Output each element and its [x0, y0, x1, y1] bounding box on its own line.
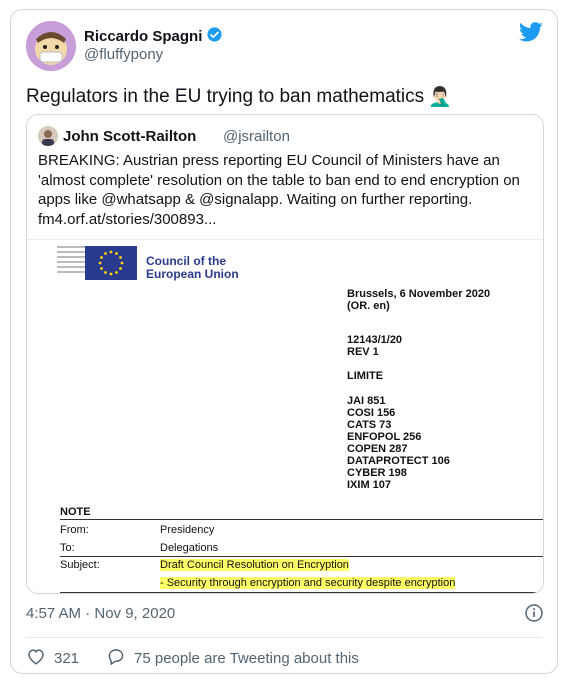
doc-subject-line2: - Security through encryption and securi…: [160, 577, 456, 589]
doc-code: DATAPROTECT 106: [347, 455, 450, 467]
like-count: 321: [54, 649, 80, 667]
author-avatar[interactable]: [26, 21, 76, 71]
quoted-author-name[interactable]: John Scott-Railton: [63, 128, 196, 145]
document-stripes-icon: [57, 246, 85, 273]
quoted-tweet-text: BREAKING: Austrian press reporting EU Co…: [38, 152, 520, 228]
quoted-author-handle[interactable]: @jsrailton: [223, 128, 290, 145]
doc-ref: 12143/1/20: [347, 334, 403, 346]
tweet-text: Regulators in the EU trying to ban mathe…: [26, 85, 452, 109]
info-icon[interactable]: [525, 604, 543, 627]
tweeting-about-text: 75 people are Tweeting about this: [134, 649, 359, 667]
doc-code: JAI 851: [347, 395, 386, 407]
doc-to-value: Delegations: [160, 542, 219, 554]
doc-to-label: To:: [60, 542, 75, 554]
doc-limite: LIMITE: [347, 370, 384, 382]
doc-code: COSI 156: [347, 407, 396, 419]
eu-flag-icon: [85, 246, 137, 280]
facepalm-emoji: 🤦🏻‍♂️: [428, 87, 452, 108]
author-name[interactable]: Riccardo Spagni: [84, 26, 223, 47]
doc-rule: [60, 556, 543, 557]
conversation-button[interactable]: 75 people are Tweeting about this: [106, 647, 359, 669]
doc-rule: [60, 519, 543, 520]
doc-code: CATS 73: [347, 419, 392, 431]
quoted-tweet[interactable]: John Scott-Railton @jsrailton BREAKING: …: [26, 114, 544, 594]
doc-lang: (OR. en): [347, 300, 390, 312]
doc-from-value: Presidency: [160, 524, 215, 536]
like-button[interactable]: 321: [26, 647, 79, 669]
doc-code: ENFOPOL 256: [347, 431, 422, 443]
reply-bubble-icon: [106, 647, 126, 669]
tweet-text-body: Regulators in the EU trying to ban mathe…: [26, 86, 425, 107]
footer-divider: [26, 637, 542, 638]
council-name-line2: European Union: [146, 267, 239, 281]
doc-rule: [60, 592, 543, 593]
doc-note-label: NOTE: [60, 506, 91, 518]
doc-code: IXIM 107: [347, 479, 392, 491]
author-name-text[interactable]: Riccardo Spagni: [84, 28, 202, 45]
verified-icon: [206, 26, 223, 47]
doc-from-label: From:: [60, 524, 89, 536]
quoted-author-avatar[interactable]: [38, 126, 58, 146]
council-name: Council of the European Union: [146, 255, 239, 281]
tweet-timestamp[interactable]: 4:57 AM · Nov 9, 2020: [26, 605, 175, 622]
author-handle[interactable]: @fluffypony: [84, 46, 163, 63]
doc-rev: REV 1: [347, 346, 379, 358]
tweet-card[interactable]: Riccardo Spagni @fluffypony Regulators i…: [10, 9, 558, 674]
twitter-bird-icon[interactable]: [518, 22, 543, 47]
quoted-document-image[interactable]: Council of the European Union Brussels, …: [27, 239, 543, 593]
doc-subject-line1: Draft Council Resolution on Encryption: [160, 559, 349, 571]
doc-date: Brussels, 6 November 2020: [347, 288, 491, 300]
doc-code: CYBER 198: [347, 467, 407, 479]
doc-subject-label: Subject:: [60, 559, 100, 571]
doc-code: COPEN 287: [347, 443, 408, 455]
heart-icon: [26, 647, 46, 669]
